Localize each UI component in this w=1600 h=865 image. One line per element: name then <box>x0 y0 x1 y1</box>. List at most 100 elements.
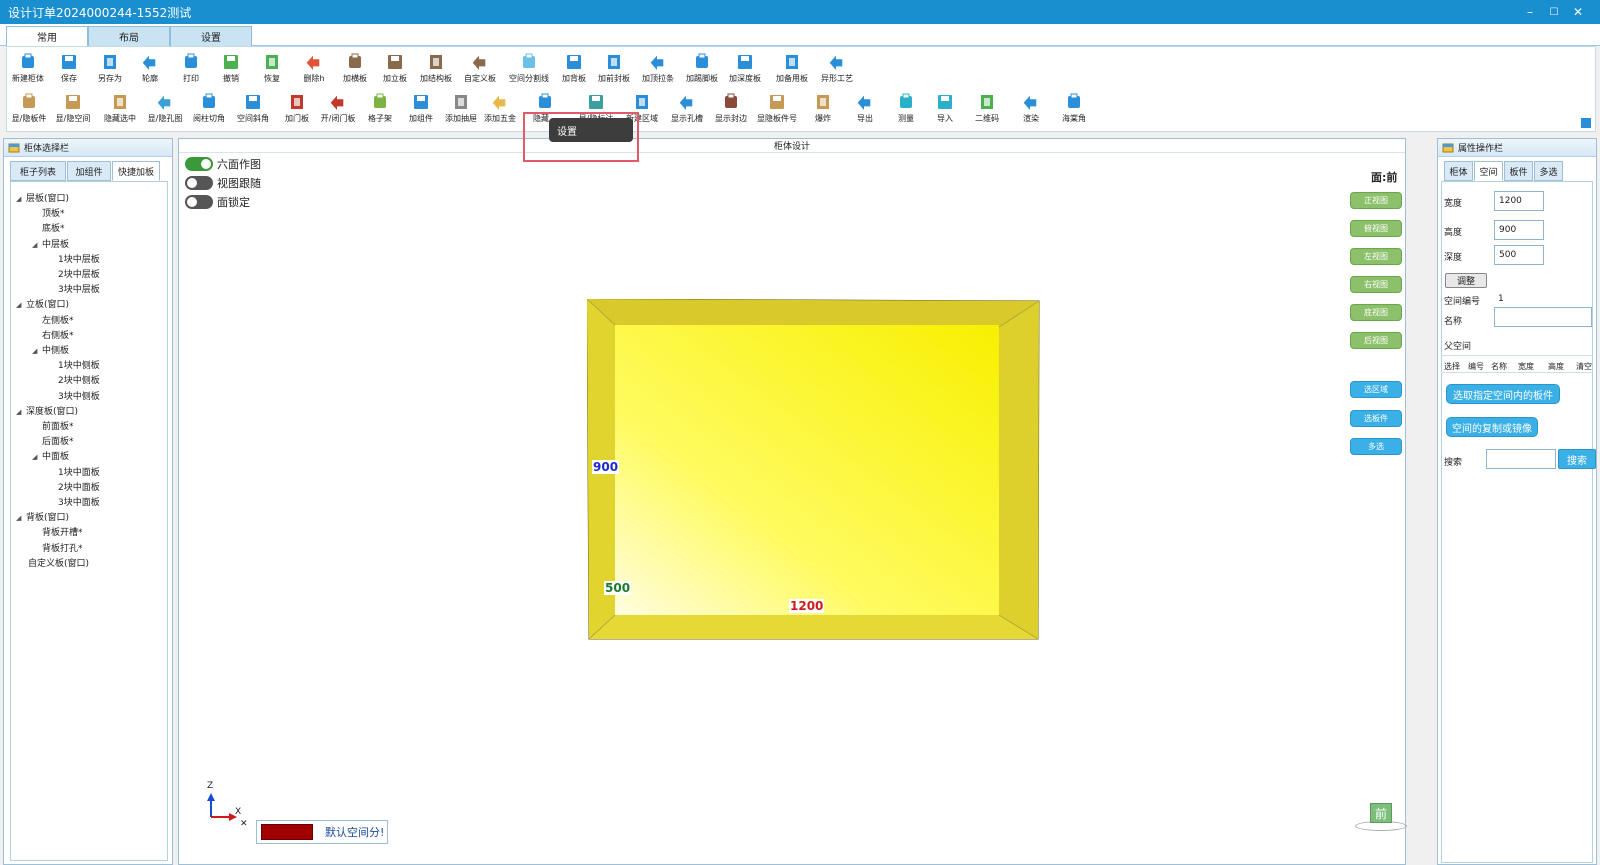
left-view-button[interactable]: 左视图 <box>1350 248 1402 265</box>
back-view-button[interactable]: 后视图 <box>1350 332 1402 349</box>
tree-item[interactable]: 背板开槽* <box>42 525 83 538</box>
explode-button[interactable]: 爆炸 <box>803 89 843 131</box>
tree-item[interactable]: 顶板* <box>42 206 65 219</box>
minimize-button[interactable]: – <box>1518 0 1542 24</box>
tree-item[interactable]: 2块中层板 <box>58 267 100 280</box>
tree-item[interactable]: ◢ 中层板 <box>32 237 69 250</box>
search-input[interactable] <box>1486 449 1556 469</box>
cabinet-3d-view[interactable] <box>587 299 1041 641</box>
special-process-button[interactable]: 异形工艺 <box>817 49 857 91</box>
close-axis-icon[interactable]: ✕ <box>240 819 248 829</box>
depth-input[interactable]: 500 <box>1494 245 1544 265</box>
begonia-corner-button[interactable]: 海棠角 <box>1054 89 1094 131</box>
toggle-boards-button[interactable]: 显/隐板件 <box>9 89 49 131</box>
custom-board-button[interactable]: 自定义板 <box>460 49 500 91</box>
tab-multi-select[interactable]: 多选 <box>1534 161 1563 181</box>
tree-item[interactable]: 2块中面板 <box>58 480 100 493</box>
add-horizontal-board-button[interactable]: 加横板 <box>335 49 375 91</box>
select-region-button[interactable]: 选区域 <box>1350 381 1402 398</box>
tree-item[interactable]: 3块中层板 <box>58 282 100 295</box>
import-button[interactable]: 导入 <box>925 89 965 131</box>
front-view-button[interactable]: 正视图 <box>1350 192 1402 209</box>
add-hardware-button[interactable]: 添加五金 <box>480 89 520 131</box>
add-top-strip-button[interactable]: 加顶拉条 <box>638 49 678 91</box>
multi-select-button[interactable]: 多选 <box>1350 438 1402 455</box>
show-holes-button[interactable]: 显示孔槽 <box>667 89 707 131</box>
tree-item[interactable]: 底板* <box>42 221 65 234</box>
tab-common[interactable]: 常用 <box>6 26 88 46</box>
close-button[interactable]: ✕ <box>1566 0 1590 24</box>
toggle-holes-button[interactable]: 显/隐孔图 <box>145 89 185 131</box>
grid-rack-button[interactable]: 格子架 <box>360 89 400 131</box>
add-back-board-button[interactable]: 加背板 <box>554 49 594 91</box>
print-button[interactable]: 打印 <box>171 49 211 91</box>
tab-board[interactable]: 板件 <box>1504 161 1533 181</box>
add-drawer-button[interactable]: 添加抽屉 <box>441 89 481 131</box>
view-cube[interactable]: 前 <box>1355 803 1407 831</box>
tree-item[interactable]: 1块中侧板 <box>58 358 100 371</box>
tree-item[interactable]: 3块中面板 <box>58 495 100 508</box>
tree-expand-arrow-icon[interactable]: ◢ <box>16 301 26 309</box>
copy-mirror-space-button[interactable]: 空间的复制或镜像 <box>1446 417 1538 437</box>
measure-button[interactable]: 测量 <box>886 89 926 131</box>
tree-item[interactable]: ◢ 层板(窗口) <box>16 191 69 204</box>
new-cabinet-button[interactable]: 新建柜体 <box>8 49 48 91</box>
tree-item[interactable]: 右侧板* <box>42 328 74 341</box>
name-input[interactable] <box>1494 307 1592 327</box>
tab-cabinet-list[interactable]: 柜子列表 <box>10 161 66 181</box>
width-input[interactable]: 1200 <box>1494 191 1544 211</box>
search-button[interactable]: 搜索 <box>1558 449 1596 469</box>
column-chamfer-button[interactable]: 阅柱切角 <box>189 89 229 131</box>
save-as-button[interactable]: 另存为 <box>90 49 130 91</box>
tab-quick-add-board[interactable]: 快捷加板 <box>112 161 160 181</box>
maximize-button[interactable]: ☐ <box>1542 0 1566 24</box>
design-canvas[interactable]: 柜体设计 六面作图 视图跟随 面锁定 面:前 正视图 俯视图 左视图 右视图 底… <box>178 138 1407 865</box>
add-structure-board-button[interactable]: 加结构板 <box>416 49 456 91</box>
height-input[interactable]: 900 <box>1494 220 1544 240</box>
show-edge-band-button[interactable]: 显示封边 <box>711 89 751 131</box>
tree-expand-arrow-icon[interactable]: ◢ <box>32 241 42 249</box>
add-spare-board-button[interactable]: 加备用板 <box>772 49 812 91</box>
toggle-board-number-button[interactable]: 显隐板件号 <box>757 89 797 131</box>
open-close-door-button[interactable]: 开/闭门板 <box>318 89 358 131</box>
delete-button[interactable]: 删除h <box>294 49 334 91</box>
tree-item[interactable]: ◢ 立板(窗口) <box>16 297 69 310</box>
add-door-button[interactable]: 加门板 <box>277 89 317 131</box>
outline-button[interactable]: 轮廓 <box>130 49 170 91</box>
view-follow-toggle[interactable] <box>185 176 213 190</box>
tree-item[interactable]: ◢ 中面板 <box>32 449 69 462</box>
tab-space[interactable]: 空间 <box>1474 161 1503 181</box>
select-boards-in-space-button[interactable]: 选取指定空间内的板件 <box>1446 384 1560 404</box>
add-depth-board-button[interactable]: 加深度板 <box>725 49 765 91</box>
bottom-view-button[interactable]: 底视图 <box>1350 304 1402 321</box>
redo-button[interactable]: 恢复 <box>252 49 292 91</box>
select-board-button[interactable]: 选板件 <box>1350 410 1402 427</box>
save-button[interactable]: 保存 <box>49 49 89 91</box>
undo-button[interactable]: 撤销 <box>211 49 251 91</box>
toggle-space-button[interactable]: 显/隐空间 <box>53 89 93 131</box>
tree-expand-arrow-icon[interactable]: ◢ <box>16 408 26 416</box>
tab-layout[interactable]: 布局 <box>88 26 170 46</box>
tree-expand-arrow-icon[interactable]: ◢ <box>16 195 26 203</box>
face-lock-toggle[interactable] <box>185 195 213 209</box>
space-status-chip[interactable]: 默认空间分! <box>256 820 388 844</box>
render-button[interactable]: 渲染 <box>1011 89 1051 131</box>
export-button[interactable]: 导出 <box>845 89 885 131</box>
tree-item[interactable]: ◢ 深度板(窗口) <box>16 404 78 417</box>
hide-selected-button[interactable]: 隐藏选中 <box>100 89 140 131</box>
ribbon-options-icon[interactable] <box>1581 118 1591 128</box>
tree-item[interactable]: 1块中层板 <box>58 252 100 265</box>
tree-expand-arrow-icon[interactable]: ◢ <box>16 514 26 522</box>
space-bevel-button[interactable]: 空间斜角 <box>233 89 273 131</box>
tree-expand-arrow-icon[interactable]: ◢ <box>32 347 42 355</box>
add-component-button[interactable]: 加组件 <box>401 89 441 131</box>
tree-item[interactable]: 背板打孔* <box>42 541 83 554</box>
tree-item[interactable]: 1块中面板 <box>58 465 100 478</box>
tree-item[interactable]: 左侧板* <box>42 313 74 326</box>
tree-expand-arrow-icon[interactable]: ◢ <box>32 453 42 461</box>
adjust-button[interactable]: 调整 <box>1445 273 1487 288</box>
add-front-seal-button[interactable]: 加前封板 <box>594 49 634 91</box>
tab-cabinet[interactable]: 柜体 <box>1444 161 1473 181</box>
add-skirting-button[interactable]: 加踢脚板 <box>682 49 722 91</box>
six-face-toggle[interactable] <box>185 157 213 171</box>
